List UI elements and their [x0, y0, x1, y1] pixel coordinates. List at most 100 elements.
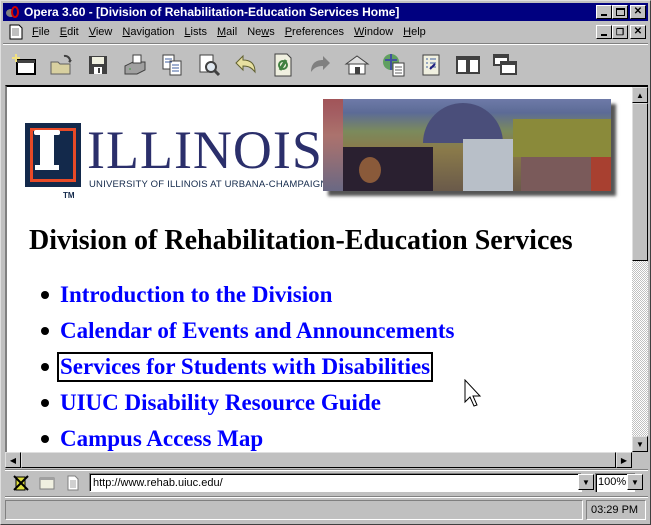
- document-menu-icon[interactable]: [9, 24, 23, 40]
- status-separator: [5, 496, 648, 498]
- address-bar-row: ▼ 100% ▼: [5, 471, 648, 495]
- link-campus-map[interactable]: Campus Access Map: [59, 426, 264, 452]
- floppy-disk-icon: [89, 56, 107, 74]
- scroll-down-button[interactable]: ▼: [632, 436, 648, 452]
- vertical-scroll-thumb[interactable]: [632, 103, 648, 261]
- new-window-button[interactable]: [7, 48, 41, 82]
- history-icon: [422, 54, 440, 76]
- mouse-pointer-icon: [464, 379, 482, 407]
- home-button[interactable]: [340, 48, 374, 82]
- opera-logo-icon[interactable]: [5, 4, 21, 20]
- document-icon: [67, 475, 79, 491]
- link-introduction[interactable]: Introduction to the Division: [59, 282, 333, 308]
- copy-icon: [162, 54, 182, 76]
- page-viewport: TM ILLINOIS UNIVERSITY OF ILLINOIS AT UR…: [5, 85, 632, 452]
- chevron-down-icon: ▼: [582, 477, 590, 487]
- window-mode-button[interactable]: [37, 473, 57, 493]
- close-icon: ✕: [633, 6, 643, 17]
- university-subtitle: UNIVERSITY OF ILLINOIS AT URBANA-CHAMPAI…: [89, 179, 328, 190]
- window-icon: [39, 477, 55, 490]
- minimize-icon: [601, 14, 607, 16]
- menu-edit[interactable]: Edit: [55, 26, 84, 38]
- bullet-icon: [41, 327, 49, 335]
- menu-file[interactable]: File: [27, 26, 55, 38]
- doc-restore-button[interactable]: ❐: [612, 25, 628, 39]
- browser-window: Opera 3.60 - [Division of Rehabilitation…: [0, 0, 651, 525]
- tile-windows-icon: [456, 56, 480, 74]
- vertical-scrollbar[interactable]: ▲ ▼: [632, 85, 648, 452]
- home-icon: [344, 55, 370, 75]
- tile-windows-button[interactable]: [451, 48, 485, 82]
- menu-help[interactable]: Help: [398, 26, 431, 38]
- list-item: UIUC Disability Resource Guide: [37, 385, 455, 421]
- bullet-icon: [41, 363, 49, 371]
- close-button[interactable]: ✕: [630, 5, 646, 19]
- navigation-link-list: Introduction to the Division Calendar of…: [37, 277, 455, 452]
- minimize-icon: [601, 34, 607, 36]
- status-bar: 03:29 PM: [5, 500, 648, 522]
- bullet-icon: [41, 435, 49, 443]
- horizontal-scrollbar[interactable]: ◀ ▶: [5, 452, 632, 468]
- menu-news[interactable]: News: [242, 26, 280, 38]
- arrow-down-icon: ▼: [636, 439, 644, 449]
- illinois-block-i-logo[interactable]: [25, 123, 81, 187]
- reload-button[interactable]: [266, 48, 300, 82]
- list-item: Campus Access Map: [37, 421, 455, 452]
- bullet-icon: [41, 399, 49, 407]
- copy-button[interactable]: [155, 48, 189, 82]
- doc-minimize-button[interactable]: [596, 25, 612, 39]
- print-button[interactable]: [118, 48, 152, 82]
- illinois-wordmark: ILLINOIS: [87, 120, 323, 180]
- status-message: [5, 500, 583, 520]
- url-input[interactable]: [89, 473, 582, 492]
- back-button[interactable]: [229, 48, 263, 82]
- reload-icon: [274, 53, 292, 77]
- new-window-icon: [12, 54, 36, 75]
- scroll-left-button[interactable]: ◀: [5, 452, 21, 468]
- url-dropdown-button[interactable]: ▼: [578, 474, 594, 490]
- zoom-dropdown-button[interactable]: ▼: [627, 474, 643, 490]
- menu-preferences[interactable]: Preferences: [280, 26, 349, 38]
- status-clock: 03:29 PM: [586, 500, 646, 520]
- chevron-down-icon: ▼: [631, 477, 639, 487]
- scroll-up-button[interactable]: ▲: [632, 87, 648, 103]
- doc-close-button[interactable]: ✕: [630, 25, 646, 39]
- save-button[interactable]: [81, 48, 115, 82]
- images-toggle-button[interactable]: [11, 473, 31, 493]
- campus-photo-collage: [323, 99, 611, 191]
- find-button[interactable]: [192, 48, 226, 82]
- restore-icon: ❐: [615, 26, 625, 37]
- menu-lists[interactable]: Lists: [179, 26, 212, 38]
- open-folder-icon: [50, 54, 72, 75]
- menu-mail[interactable]: Mail: [212, 26, 242, 38]
- minimize-button[interactable]: [596, 5, 612, 19]
- find-magnifier-icon: [199, 54, 221, 77]
- link-services-students[interactable]: Services for Students with Disabilities: [56, 352, 434, 382]
- link-resource-guide[interactable]: UIUC Disability Resource Guide: [59, 390, 382, 416]
- scroll-right-button[interactable]: ▶: [616, 452, 632, 468]
- link-calendar[interactable]: Calendar of Events and Announcements: [59, 318, 455, 344]
- maximize-button[interactable]: [612, 5, 628, 19]
- printer-icon: [124, 54, 146, 75]
- back-arrow-icon: [235, 54, 256, 74]
- document-info-button[interactable]: [63, 473, 83, 493]
- history-button[interactable]: [414, 48, 448, 82]
- horizontal-scroll-thumb[interactable]: [21, 452, 616, 468]
- forward-button[interactable]: [303, 48, 337, 82]
- menu-bar: File Edit View Navigation Lists Mail New…: [3, 22, 648, 42]
- cascade-windows-icon: [493, 54, 517, 75]
- page-heading: Division of Rehabilitation-Education Ser…: [29, 225, 573, 256]
- menu-navigation[interactable]: Navigation: [117, 26, 179, 38]
- menu-view[interactable]: View: [84, 26, 118, 38]
- images-off-icon: [13, 475, 29, 491]
- arrow-right-icon: ▶: [620, 455, 628, 465]
- menu-window[interactable]: Window: [349, 26, 398, 38]
- close-icon: ✕: [633, 26, 643, 37]
- forward-arrow-icon: [311, 56, 330, 72]
- globe-document-icon: [383, 54, 405, 77]
- list-item: Introduction to the Division: [37, 277, 455, 313]
- open-button[interactable]: [44, 48, 78, 82]
- cascade-windows-button[interactable]: [488, 48, 522, 82]
- list-item: Services for Students with Disabilities: [37, 349, 455, 385]
- hotlist-button[interactable]: [377, 48, 411, 82]
